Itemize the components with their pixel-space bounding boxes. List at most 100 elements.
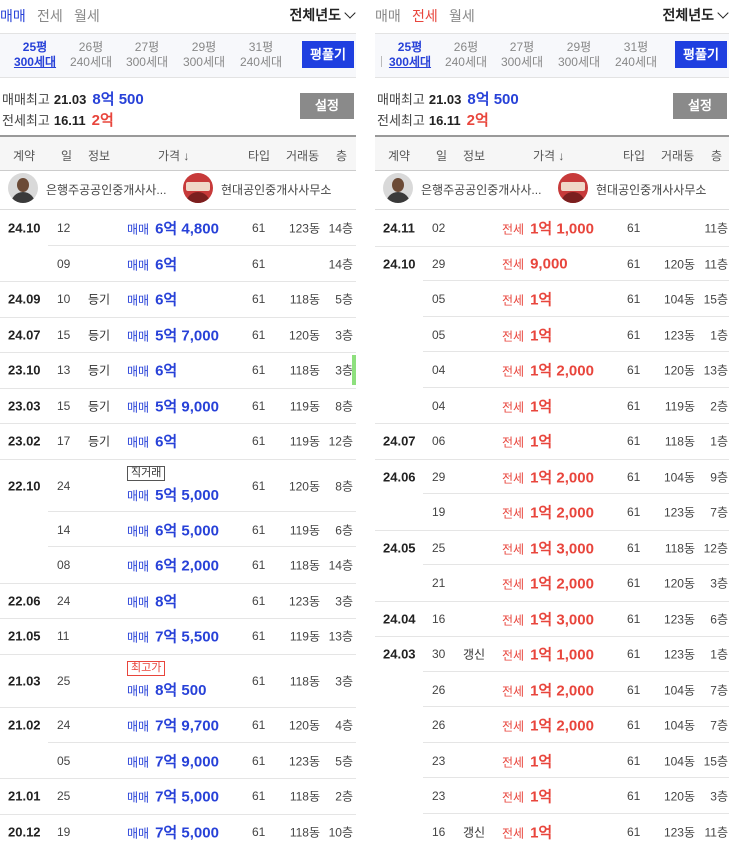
price-cell: 전세 1억 2,000 <box>502 715 594 736</box>
table-row[interactable]: 24.06 29 전세 1억 2,000 61 104동 9층 <box>375 459 729 494</box>
table-row[interactable]: 26 전세 1억 2,000 61 104동 7층 <box>375 707 729 743</box>
avatar[interactable] <box>558 173 588 203</box>
table-row[interactable]: 08 매매 6억 2,000 61 118동 14층 <box>0 547 356 584</box>
type-cell: 61 <box>627 540 641 555</box>
table-row[interactable]: 04 전세 1억 2,000 61 120동 13층 <box>375 352 729 388</box>
size-option[interactable]: 31평 240세대 <box>608 40 664 70</box>
table-row[interactable]: 22.10 24 직거래 매매 5억 5,000 61 120동 8층 <box>0 459 356 512</box>
price-value: 1억 <box>530 753 553 770</box>
deal-kind: 전세 <box>502 755 525 769</box>
tab-sale[interactable]: 매매 <box>0 6 26 26</box>
table-row[interactable]: 21.05 11 매매 7억 5,500 61 119동 13층 <box>0 618 356 655</box>
pyeong-expand-button[interactable]: 평풀기 <box>675 41 727 68</box>
table-row[interactable]: 24.10 29 전세 9,000 61 120동 11층 <box>375 246 729 281</box>
table-row[interactable]: 22.06 24 매매 8억 61 123동 3층 <box>0 583 356 619</box>
price-line: 전세 1억 <box>502 324 552 345</box>
floor-cell: 12층 <box>703 541 728 555</box>
price-value: 1억 1,000 <box>530 646 594 664</box>
year-select[interactable]: 전체년도 <box>289 5 356 25</box>
header-price[interactable]: 가격 ↓ <box>533 147 564 164</box>
type-cell: 61 <box>627 292 641 306</box>
agent-name[interactable]: 은행주공공인중개사사... <box>46 181 166 198</box>
type-cell: 61 <box>252 789 266 803</box>
table-row[interactable]: 14 매매 6억 5,000 61 119동 6층 <box>0 512 356 547</box>
table-row[interactable]: 24.09 10 등기 매매 6억 61 118동 5층 <box>0 281 356 318</box>
table-row[interactable]: 23 전세 1억 61 120동 3층 <box>375 778 729 814</box>
price-line: 전세 1억 2,000 <box>502 573 594 594</box>
price-cell: 전세 1억 <box>502 750 552 771</box>
size-option[interactable]: 27평 300세대 <box>494 40 550 70</box>
size-option[interactable]: 29평 300세대 <box>551 40 607 70</box>
price-cell: 직거래 매매 5억 5,000 <box>127 465 219 505</box>
type-cell: 61 <box>627 611 641 626</box>
divider <box>381 56 382 67</box>
settings-button[interactable]: 설정 <box>673 93 727 119</box>
price-value: 1억 <box>530 788 553 806</box>
price-line: 전세 1억 3,000 <box>502 608 594 629</box>
year-select-label: 전체년도 <box>289 7 341 23</box>
table-row[interactable]: 20.12 19 매매 7억 5,000 61 118동 10층 <box>0 814 356 842</box>
avatar[interactable] <box>383 173 413 203</box>
size-option[interactable]: 26평 240세대 <box>438 40 494 70</box>
table-row[interactable]: 19 전세 1억 2,000 61 123동 7층 <box>375 494 729 531</box>
table-row[interactable]: 21.01 25 매매 7억 5,000 61 118동 2층 <box>0 778 356 815</box>
avatar-head <box>186 182 210 191</box>
tab-sale[interactable]: 매매 <box>375 6 401 26</box>
pyeong-expand-button[interactable]: 평풀기 <box>302 41 354 68</box>
size-option[interactable]: 26평 240세대 <box>63 40 119 70</box>
type-cell: 61 <box>252 398 266 413</box>
agent-name[interactable]: 현대공인중개사사무소 <box>221 181 331 198</box>
tab-monthly[interactable]: 월세 <box>449 6 475 26</box>
price-line: 전세 1억 1,000 <box>502 218 594 239</box>
table-row[interactable]: 05 매매 7억 9,000 61 123동 5층 <box>0 743 356 779</box>
table-row[interactable]: 21 전세 1억 2,000 61 120동 3층 <box>375 565 729 602</box>
size-pyeong: 25평 <box>397 40 423 54</box>
settings-button[interactable]: 설정 <box>300 93 354 119</box>
table-row[interactable]: 23.10 13 등기 매매 6억 61 118동 3층 <box>0 352 356 389</box>
table-row[interactable]: 24.10 12 매매 6억 4,800 61 123동 14층 <box>0 210 356 246</box>
floor-cell: 14층 <box>328 558 353 573</box>
agent-name[interactable]: 현대공인중개사사무소 <box>596 181 706 198</box>
agent-name[interactable]: 은행주공공인중개사사... <box>421 181 541 198</box>
size-option[interactable]: 31평 240세대 <box>233 40 289 70</box>
type-cell: 61 <box>627 505 641 519</box>
size-option[interactable]: 27평 300세대 <box>119 40 175 70</box>
table-row[interactable]: 04 전세 1억 61 119동 2층 <box>375 388 729 424</box>
header-price[interactable]: 가격 ↓ <box>158 147 189 164</box>
price-value: 1억 <box>530 398 553 415</box>
table-row[interactable]: 24.04 16 전세 1억 3,000 61 123동 6층 <box>375 601 729 637</box>
table-row[interactable]: 16 갱신 전세 1억 61 123동 11층 <box>375 814 729 842</box>
table-row[interactable]: 24.07 06 전세 1억 61 118동 1층 <box>375 423 729 460</box>
deal-kind: 전세 <box>502 684 525 698</box>
price-line: 매매 6억 5,000 <box>127 519 219 540</box>
tab-jeonse[interactable]: 전세 <box>37 6 63 26</box>
table-row[interactable]: 23 전세 1억 61 104동 15층 <box>375 743 729 778</box>
tab-monthly[interactable]: 월세 <box>74 6 100 26</box>
table-row[interactable]: 24.11 02 전세 1억 1,000 61 11층 <box>375 210 729 247</box>
table-row[interactable]: 23.02 17 등기 매매 6억 61 119동 12층 <box>0 423 356 460</box>
year-select[interactable]: 전체년도 <box>662 5 729 25</box>
table-row[interactable]: 21.02 24 매매 7억 9,700 61 120동 4층 <box>0 707 356 743</box>
table-row[interactable]: 05 전세 1억 61 123동 1층 <box>375 317 729 352</box>
size-option[interactable]: 25평 300세대 <box>7 40 63 70</box>
contract-day: 29 <box>432 256 446 271</box>
table-row[interactable]: 24.05 25 전세 1억 3,000 61 118동 12층 <box>375 530 729 565</box>
table-row[interactable]: 09 매매 6억 61 14층 <box>0 246 356 282</box>
table-row[interactable]: 23.03 15 등기 매매 5억 9,000 61 119동 8층 <box>0 388 356 424</box>
size-option[interactable]: 29평 300세대 <box>176 40 232 70</box>
tab-jeonse[interactable]: 전세 <box>412 6 438 26</box>
table-row[interactable]: 26 전세 1억 2,000 61 104동 7층 <box>375 672 729 707</box>
avatar[interactable] <box>8 173 38 203</box>
table-row[interactable]: 24.03 30 갱신 전세 1억 1,000 61 123동 1층 <box>375 636 729 672</box>
size-option[interactable]: 25평 300세대 <box>382 40 438 70</box>
table-row[interactable]: 21.03 25 최고가 매매 8억 500 61 118동 3층 <box>0 654 356 708</box>
deal-kind: 매매 <box>127 488 150 503</box>
table-row[interactable]: 24.07 15 등기 매매 5억 7,000 61 120동 3층 <box>0 317 356 353</box>
avatar[interactable] <box>183 173 213 203</box>
dong-cell: 118동 <box>289 674 320 688</box>
info-cell: 갱신 <box>463 825 486 839</box>
type-cell: 61 <box>252 256 266 271</box>
type-cell: 61 <box>627 647 641 661</box>
badge-wrap: 직거래 <box>127 465 219 484</box>
table-row[interactable]: 05 전세 1억 61 104동 15층 <box>375 281 729 317</box>
